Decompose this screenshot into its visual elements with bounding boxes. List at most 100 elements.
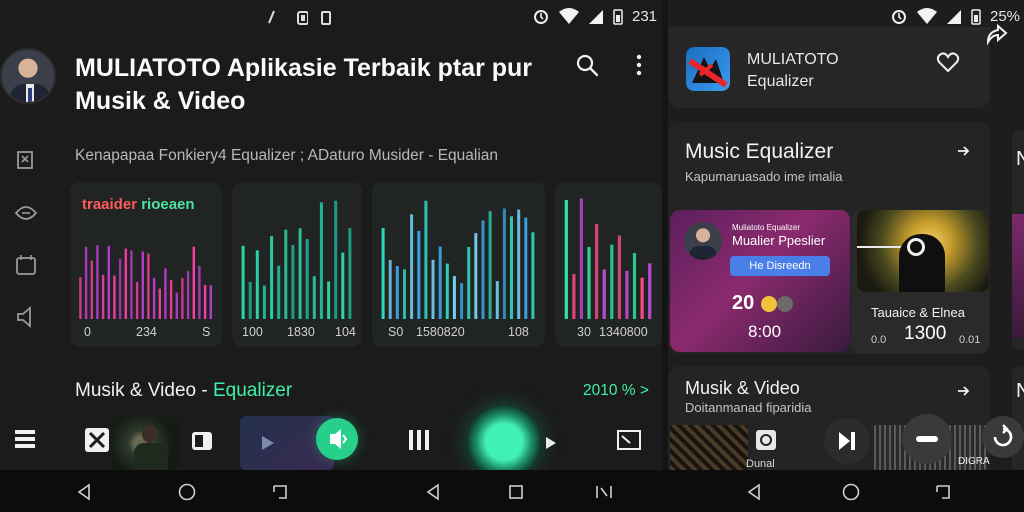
- equalizer-bar: [186, 271, 190, 319]
- equalizer-panel[interactable]: 30 1340800: [555, 182, 662, 347]
- equalizer-bar: [474, 233, 478, 319]
- section-count: 2010 %: [583, 382, 636, 399]
- eq-label: 104: [335, 325, 356, 339]
- left-status-icons: [266, 8, 334, 28]
- section-see-all[interactable]: 2010 % >: [583, 382, 649, 400]
- arrow-right-icon[interactable]: [954, 382, 972, 400]
- concert-thumbnail[interactable]: [670, 425, 748, 470]
- wifi-icon: [559, 8, 579, 24]
- coins-icon: [761, 296, 793, 312]
- eq-label: 30: [577, 325, 591, 339]
- promo-card[interactable]: Muliatoto Equalizer Mualier Ppeslier He …: [670, 210, 850, 352]
- equalizer-bar: [101, 274, 105, 319]
- equalizer-bar: [424, 200, 428, 319]
- back-icon[interactable]: [744, 482, 764, 502]
- equalizer-bar: [495, 281, 499, 319]
- library-icon[interactable]: [12, 146, 40, 174]
- equalizer-bar: [298, 228, 302, 319]
- equalizer-bar: [164, 268, 167, 319]
- volume-down-button[interactable]: [902, 414, 952, 464]
- equalizer-bars: [241, 200, 352, 319]
- overview-icon[interactable]: [506, 482, 526, 502]
- profile-avatar[interactable]: [0, 48, 56, 104]
- equalizer-bar: [617, 235, 621, 319]
- promo-name: Mualier Ppeslier: [732, 233, 826, 248]
- back-icon[interactable]: [74, 482, 94, 502]
- equalizer-bar: [152, 277, 156, 319]
- shuffle-tile-icon[interactable]: [84, 427, 110, 453]
- promo-button[interactable]: He Disreedn: [730, 256, 830, 276]
- play-button[interactable]: [466, 404, 556, 470]
- equalizer-bar: [113, 275, 116, 319]
- page-title: MULIATOTO Aplikasie Terbaik ptar pur Mus…: [75, 54, 533, 115]
- menu-icon[interactable]: [13, 427, 37, 451]
- card-icon[interactable]: [190, 429, 214, 453]
- recents-icon[interactable]: [270, 482, 290, 502]
- equalizer-bar: [198, 265, 201, 319]
- equalizer-bar: [564, 200, 568, 319]
- right-phone-screen: 25% MULIATOTO Equalizer Music Equalizer …: [668, 0, 1024, 470]
- app-logo[interactable]: [686, 47, 730, 91]
- equalizer-bar: [572, 273, 576, 319]
- signal-icon: [947, 10, 961, 24]
- equalizer-panel[interactable]: traaider rioeaen 0 234 S: [70, 182, 222, 347]
- equalizer-bar: [640, 277, 644, 319]
- speaker-icon[interactable]: [12, 303, 40, 331]
- brush-icon: [268, 10, 275, 24]
- left-phone-screen: 231 MULIATOTO Aplikasie Terbaik ptar pur…: [0, 0, 662, 470]
- eq-label: 108: [508, 325, 529, 339]
- promo-avatar: [684, 222, 722, 260]
- more-options-icon[interactable]: [630, 52, 648, 78]
- folder-icon[interactable]: [12, 251, 40, 279]
- equalizer-bar: [118, 258, 122, 319]
- next-card-peek[interactable]: N: [1012, 130, 1024, 350]
- equalizer-bar: [648, 263, 652, 319]
- singer-thumbnail[interactable]: [112, 417, 178, 470]
- equalizer-bar: [403, 269, 406, 319]
- eq-label: 234: [136, 325, 157, 339]
- back-icon[interactable]: [423, 482, 443, 502]
- eq-label: S: [202, 325, 211, 339]
- section-title-text: Musik & Video -: [75, 380, 213, 401]
- pause-icon[interactable]: [406, 427, 432, 453]
- eq-label: 1830: [287, 325, 315, 339]
- recents-icon[interactable]: [594, 482, 614, 502]
- favorite-icon[interactable]: [936, 51, 960, 73]
- share-icon[interactable]: [984, 22, 1008, 46]
- concert-card[interactable]: Tauaice & Elnea 0.0 1300 0.01: [851, 210, 989, 354]
- equalizer-bar: [381, 228, 385, 319]
- chevron-right-icon: >: [639, 382, 649, 399]
- left-status-bar: 231: [532, 6, 657, 26]
- record-icon[interactable]: [754, 428, 778, 452]
- home-icon[interactable]: [841, 482, 861, 502]
- search-icon[interactable]: [574, 52, 600, 78]
- chat-icon[interactable]: [12, 199, 40, 227]
- next-button[interactable]: [824, 418, 870, 464]
- equalizer-bar: [241, 245, 245, 319]
- equalizer-bar: [141, 251, 144, 319]
- equalizer-fab[interactable]: [316, 418, 358, 460]
- status-time: 231: [632, 7, 658, 25]
- cast-icon[interactable]: [616, 428, 642, 452]
- app-name-line-1: MULIATOTO: [747, 51, 839, 68]
- recents-icon[interactable]: [933, 482, 953, 502]
- home-icon[interactable]: [177, 482, 197, 502]
- equalizer-bar: [445, 263, 449, 319]
- concert-min: 0.0: [871, 334, 887, 346]
- tile-caption: Dunal: [746, 458, 775, 470]
- eq-label: 1340800: [599, 325, 648, 339]
- equalizer-bar: [248, 282, 252, 319]
- logo-icon: [688, 57, 728, 88]
- equalizer-bar: [90, 260, 93, 319]
- promo-time: 8:00: [748, 322, 782, 341]
- equalizer-bar: [595, 224, 599, 319]
- arrow-right-icon[interactable]: [954, 142, 972, 160]
- equalizer-bar: [270, 236, 274, 319]
- play-icon: [262, 436, 274, 450]
- equalizer-bar: [79, 277, 82, 319]
- equalizer-panel[interactable]: 100 1830 104: [232, 182, 362, 347]
- equalizer-panel[interactable]: S0 1580820 108: [372, 182, 545, 347]
- concert-title: Tauaice & Elnea: [871, 305, 965, 320]
- sync-button[interactable]: [982, 416, 1024, 458]
- equalizer-bar: [203, 285, 207, 319]
